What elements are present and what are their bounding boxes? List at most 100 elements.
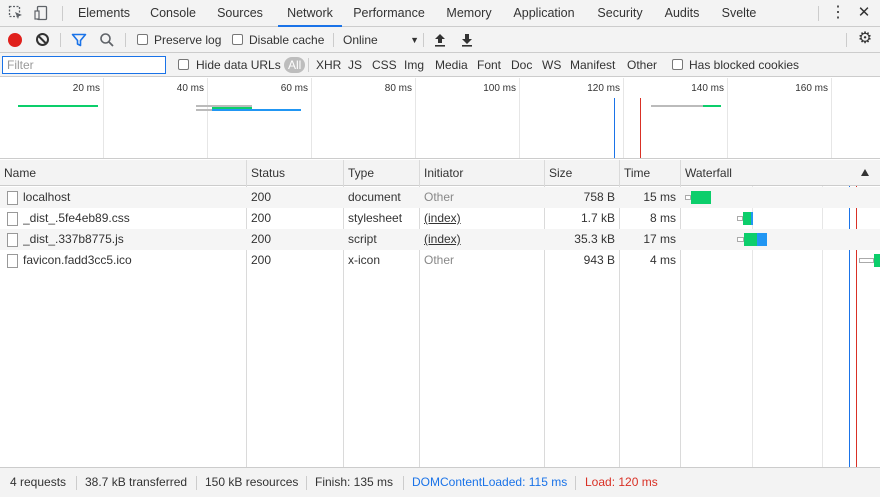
summary-divider: [306, 476, 307, 490]
tab-memory[interactable]: Memory: [439, 0, 499, 26]
tab-elements[interactable]: Elements: [73, 0, 135, 26]
filter-input[interactable]: [2, 56, 166, 74]
request-size: 943 B: [583, 253, 615, 267]
request-status: 200: [251, 190, 272, 204]
overview-tick: 160 ms: [795, 83, 828, 94]
table-row[interactable]: favicon.fadd3cc5.ico 200 x-icon Other 94…: [0, 250, 880, 271]
load-time: Load: 120 ms: [585, 475, 658, 489]
waterfall-waiting-bar: [744, 233, 757, 246]
request-initiator-link[interactable]: (index): [424, 208, 542, 229]
toolbar-divider: [423, 33, 424, 47]
tab-security[interactable]: Security: [591, 0, 649, 26]
toolbar-divider: [60, 33, 61, 47]
table-row[interactable]: _dist_.5fe4eb89.css 200 stylesheet (inde…: [0, 208, 880, 229]
network-summary-bar: 4 requests 38.7 kB transferred 150 kB re…: [0, 467, 880, 497]
request-initiator: Other: [424, 190, 455, 204]
tab-audits[interactable]: Audits: [658, 0, 706, 26]
request-initiator-link[interactable]: (index): [424, 229, 542, 250]
gear-icon[interactable]: ⚙: [856, 30, 874, 48]
network-toolbar: Preserve log Disable cache Online ▼ ⚙: [0, 27, 880, 53]
type-filter-other[interactable]: Other: [627, 58, 657, 72]
table-row[interactable]: _dist_.337b8775.js 200 script (index) 35…: [0, 229, 880, 250]
request-name: _dist_.337b8775.js: [23, 232, 124, 246]
tab-console[interactable]: Console: [144, 0, 202, 26]
column-header-initiator[interactable]: Initiator: [420, 160, 544, 186]
tab-sources[interactable]: Sources: [211, 0, 269, 26]
sort-ascending-icon[interactable]: [861, 169, 869, 176]
summary-divider: [575, 476, 576, 490]
tab-svelte[interactable]: Svelte: [716, 0, 762, 26]
disable-cache-checkbox[interactable]: [232, 34, 243, 45]
request-type: stylesheet: [348, 211, 403, 225]
request-initiator: Other: [424, 253, 455, 267]
column-header-waterfall[interactable]: Waterfall: [681, 160, 880, 186]
toolbar-divider: [846, 33, 847, 47]
summary-divider: [76, 476, 77, 490]
import-har-icon[interactable]: [433, 32, 447, 51]
tab-divider: [62, 6, 63, 21]
blocked-cookies-label: Has blocked cookies: [689, 58, 800, 72]
summary-divider: [196, 476, 197, 490]
type-filter-all[interactable]: All: [284, 57, 306, 73]
request-type: script: [348, 232, 377, 246]
disable-cache-label: Disable cache: [249, 33, 325, 47]
type-filter-js[interactable]: JS: [348, 58, 362, 72]
waterfall-download-bar: [751, 212, 753, 225]
type-filter-media[interactable]: Media: [435, 58, 468, 72]
overview-tick: 100 ms: [483, 83, 516, 94]
overview-gridline: [623, 78, 624, 158]
waterfall-waiting-bar: [874, 254, 880, 267]
type-filter-font[interactable]: Font: [477, 58, 501, 72]
overview-tick: 80 ms: [384, 83, 412, 94]
device-toolbar-icon[interactable]: [34, 5, 50, 21]
clear-icon[interactable]: [36, 33, 49, 46]
search-icon[interactable]: [99, 32, 115, 51]
transferred-size: 38.7 kB transferred: [85, 475, 188, 489]
type-filter-doc[interactable]: Doc: [511, 58, 532, 72]
overview-gridline: [103, 78, 104, 158]
tab-network[interactable]: Network: [278, 0, 342, 27]
inspect-element-icon[interactable]: [8, 5, 24, 21]
column-header-type[interactable]: Type: [344, 160, 419, 186]
toolbar-divider: [333, 33, 334, 47]
filter-divider: [308, 58, 309, 72]
overview-gridline: [311, 78, 312, 158]
preserve-log-checkbox[interactable]: [137, 34, 148, 45]
overview-tick: 20 ms: [72, 83, 100, 94]
hide-data-urls-checkbox[interactable]: [178, 59, 189, 70]
record-icon[interactable]: [8, 33, 22, 47]
close-icon[interactable]: ✕: [856, 4, 872, 22]
type-filter-img[interactable]: Img: [404, 58, 424, 72]
request-size: 758 B: [583, 190, 615, 204]
type-filter-manifest[interactable]: Manifest: [570, 58, 615, 72]
waterfall-waiting-bar: [743, 212, 751, 225]
tab-performance[interactable]: Performance: [349, 0, 429, 26]
filter-bar: Hide data URLs All XHR JS CSS Img Media …: [0, 53, 880, 77]
export-har-icon[interactable]: [460, 32, 474, 51]
overview-load-marker: [640, 98, 641, 158]
table-row[interactable]: localhost 200 document Other 758 B 15 ms: [0, 187, 880, 208]
preserve-log-label: Preserve log: [154, 33, 222, 47]
request-name: favicon.fadd3cc5.ico: [23, 253, 132, 267]
waterfall-queue-bar: [859, 258, 874, 263]
type-filter-css[interactable]: CSS: [372, 58, 397, 72]
finish-time: Finish: 135 ms: [315, 475, 394, 489]
request-name: _dist_.5fe4eb89.css: [23, 211, 130, 225]
column-header-size[interactable]: Size: [545, 160, 619, 186]
column-header-name[interactable]: Name: [0, 160, 246, 186]
type-filter-xhr[interactable]: XHR: [316, 58, 341, 72]
waterfall-waiting-bar: [691, 191, 711, 204]
request-type: document: [348, 190, 401, 204]
column-header-time[interactable]: Time: [620, 160, 680, 186]
throttling-select[interactable]: Online ▼: [343, 32, 419, 48]
overview-request-bar: [703, 105, 721, 107]
network-overview[interactable]: 20 ms 40 ms 60 ms 80 ms 100 ms 120 ms 14…: [0, 78, 880, 159]
column-header-status[interactable]: Status: [247, 160, 343, 186]
filter-icon[interactable]: [71, 32, 87, 51]
more-options-icon[interactable]: ⋮: [830, 4, 846, 22]
chevron-down-icon: ▼: [410, 35, 419, 45]
type-filter-ws[interactable]: WS: [542, 58, 561, 72]
request-time: 15 ms: [643, 190, 676, 204]
tab-application[interactable]: Application: [508, 0, 580, 26]
blocked-cookies-checkbox[interactable]: [672, 59, 683, 70]
